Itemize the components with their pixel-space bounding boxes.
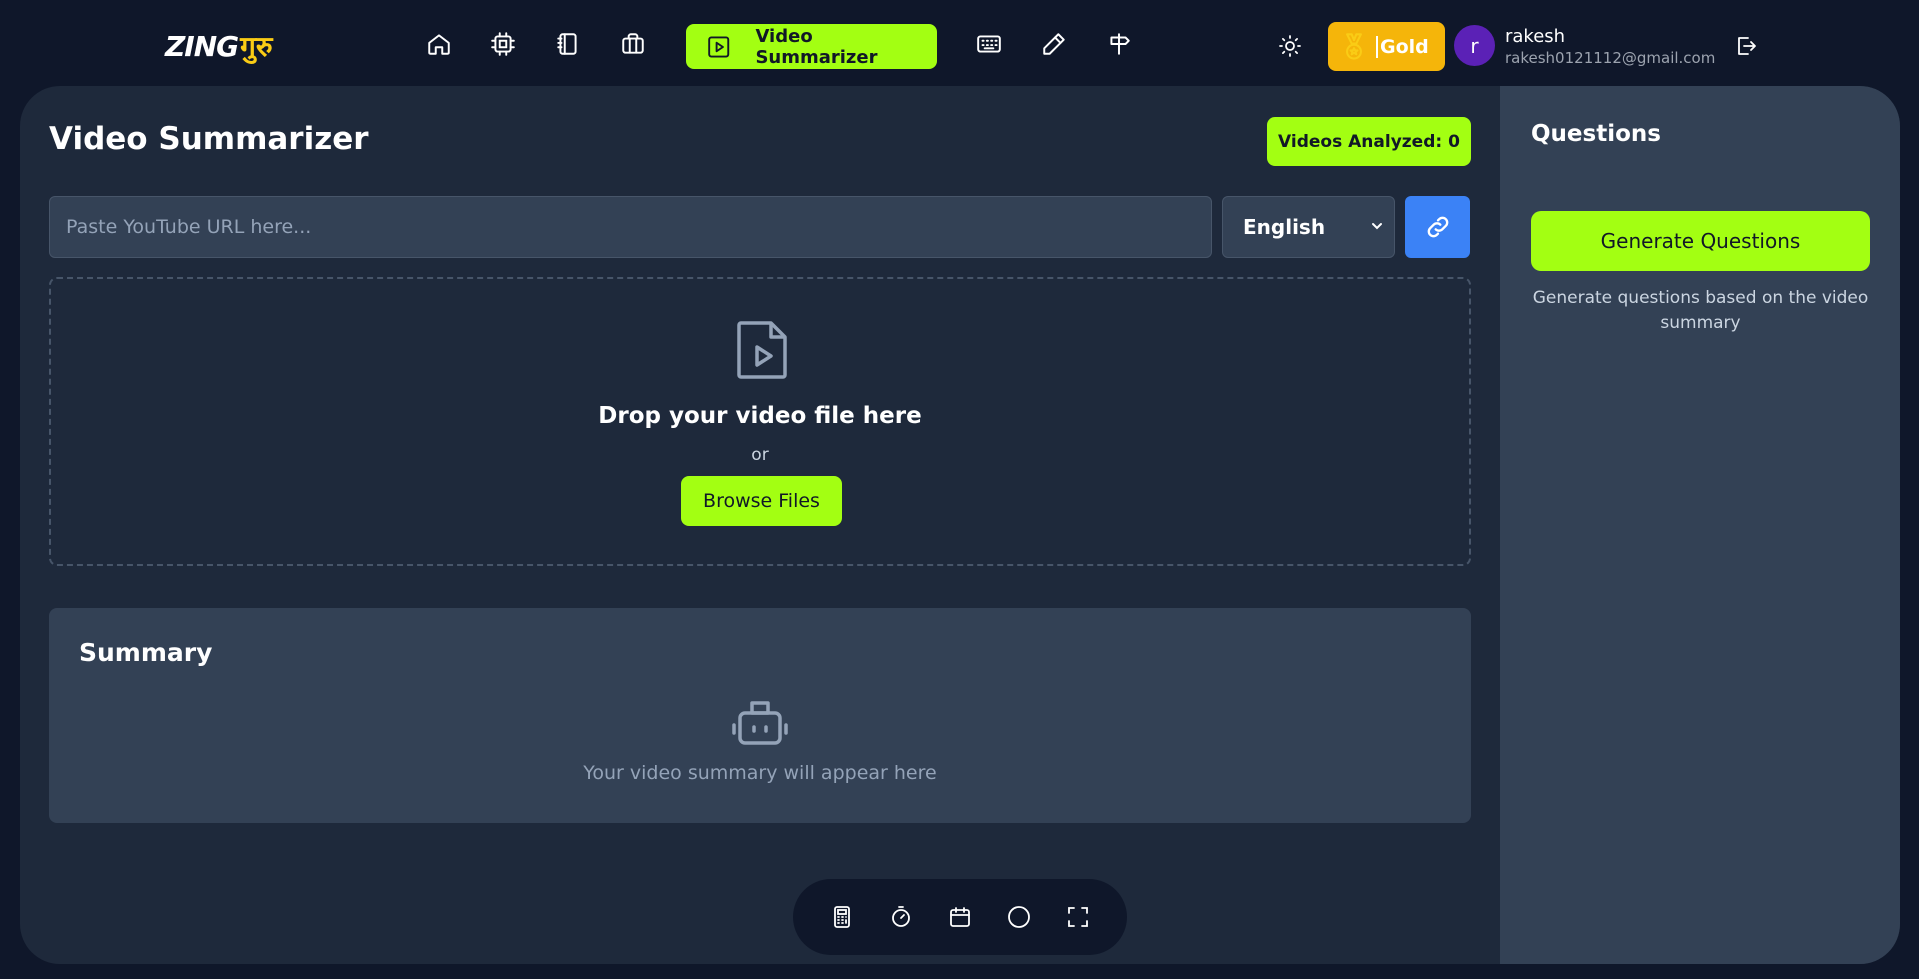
medal-icon (1346, 32, 1362, 60)
nav-active-label: Video Summarizer (755, 25, 878, 68)
submit-url-button[interactable] (1405, 196, 1470, 258)
robot-icon (732, 701, 788, 745)
sun-icon[interactable] (1272, 28, 1308, 64)
keyboard-icon[interactable] (971, 26, 1007, 62)
bottom-toolbar (793, 879, 1127, 955)
summary-card: Summary Your video summary will appear h… (49, 608, 1471, 823)
avatar[interactable]: r (1454, 25, 1495, 66)
logo-text-latin: ZING (165, 29, 239, 63)
link-icon (1427, 216, 1448, 238)
summary-title: Summary (79, 638, 213, 667)
language-selected-value: English (1243, 215, 1326, 239)
stopwatch-icon[interactable] (881, 897, 921, 937)
dropzone-or: or (751, 445, 769, 465)
gold-plan-badge[interactable]: Gold (1328, 22, 1445, 71)
circle-icon[interactable] (999, 897, 1039, 937)
language-select[interactable]: English (1222, 196, 1395, 258)
generate-questions-button[interactable]: Generate Questions (1531, 211, 1870, 271)
pencil-icon[interactable] (1036, 26, 1072, 62)
calculator-icon[interactable] (822, 897, 862, 937)
video-play-icon (708, 36, 730, 57)
page-title: Video Summarizer (49, 121, 369, 157)
questions-title: Questions (1531, 121, 1661, 147)
gold-badge-label: Gold (1376, 35, 1429, 58)
video-dropzone[interactable]: Drop your video file here or Browse File… (49, 277, 1471, 566)
chevron-down-icon (1372, 223, 1382, 230)
video-file-icon (737, 321, 787, 379)
questions-hint: Generate questions based on the video su… (1532, 288, 1869, 333)
logo-text-devanagari: गुरु (240, 30, 273, 63)
zingguru-logo[interactable]: ZING गुरु (165, 26, 273, 66)
calendar-icon[interactable] (940, 897, 980, 937)
questions-panel: Questions Generate Questions Generate qu… (1500, 86, 1900, 964)
briefcase-icon[interactable] (615, 26, 651, 62)
dropzone-title: Drop your video file here (598, 403, 922, 429)
user-email: rakesh0121112@gmail.com (1505, 49, 1716, 67)
logout-icon[interactable] (1728, 28, 1764, 64)
top-navbar: ZING गुरु Video Summarizer Gold r rakesh… (0, 0, 1919, 86)
youtube-url-input[interactable] (49, 196, 1212, 258)
browse-files-button[interactable]: Browse Files (681, 476, 842, 526)
notebook-icon[interactable] (550, 26, 586, 62)
nav-video-summarizer[interactable]: Video Summarizer (686, 24, 937, 69)
summary-empty-text: Your video summary will appear here (583, 762, 937, 784)
user-name: rakesh (1505, 26, 1566, 47)
main-panel: Video Summarizer Videos Analyzed: 0 Engl… (20, 86, 1900, 964)
home-icon[interactable] (421, 26, 457, 62)
cpu-icon[interactable] (485, 26, 521, 62)
signpost-icon[interactable] (1101, 26, 1137, 62)
videos-analyzed-badge: Videos Analyzed: 0 (1267, 117, 1471, 166)
fullscreen-icon[interactable] (1058, 897, 1098, 937)
